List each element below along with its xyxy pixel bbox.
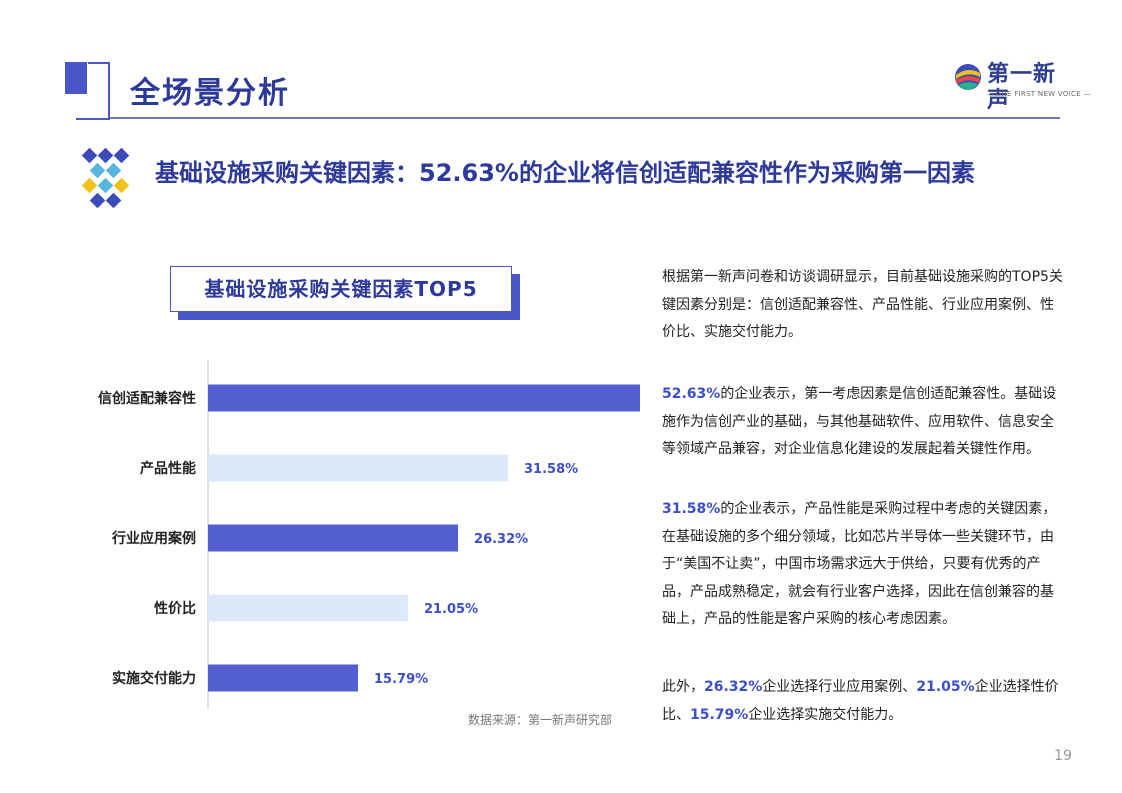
category-label: 性价比 <box>154 600 196 617</box>
data-label: 31.58% <box>524 462 578 477</box>
section-title: 全场景分析 <box>130 76 290 111</box>
category-label: 行业应用案例 <box>111 530 196 547</box>
data-source: 数据来源：第一新声研究部 <box>467 713 612 727</box>
brand-logo: 第一新声 — THE FIRST NEW VOICE — <box>953 60 1090 113</box>
paragraph-intro-text: 根据第一新声问卷和访谈调研显示，目前基础设施采购的TOP5关键因素分别是：信创适… <box>662 269 1063 340</box>
bar <box>208 664 359 692</box>
highlight-value: 15.79% <box>690 706 749 723</box>
category-label: 信创适配兼容性 <box>98 390 196 407</box>
logo-icon <box>955 64 981 90</box>
diamond-cluster-icon <box>81 147 130 209</box>
highlight-value: 26.32% <box>704 679 763 695</box>
paragraph-text: 的企业表示，第一考虑因素是信创适配兼容性。基础设施作为信创产业的基础，与其他基础… <box>662 386 1057 457</box>
section-mark-outline <box>76 74 110 120</box>
category-label: 实施交付能力 <box>112 670 196 687</box>
paragraph-intro: 根据第一新声问卷和访谈调研显示，目前基础设施采购的TOP5关键因素分别是：信创适… <box>662 264 1064 347</box>
bar <box>208 384 640 412</box>
headline: 基础设施采购关键因素：52.63%的企业将信创适配兼容性作为采购第一因素 <box>155 159 975 187</box>
logo-subtitle: — THE FIRST NEW VOICE — <box>987 90 1091 98</box>
chart-title: 基础设施采购关键因素TOP5 <box>204 277 478 301</box>
bar <box>208 594 408 622</box>
bar <box>208 454 509 482</box>
paragraph-performance: 31.58%的企业表示，产品性能是采购过程中考虑的关键因素，在基础设施的多个细分… <box>662 496 1064 634</box>
section-mark-outline-top <box>88 62 110 74</box>
highlight-value: 31.58% <box>662 501 721 517</box>
paragraph-text: 的企业表示，产品性能是采购过程中考虑的关键因素，在基础设施的多个细分领域，比如芯… <box>662 501 1057 627</box>
highlight-value: 52.63% <box>662 386 721 402</box>
data-label: 21.05% <box>424 602 478 617</box>
paragraph-text: 此外， <box>662 679 704 695</box>
category-label: 产品性能 <box>140 460 196 477</box>
page-number: 19 <box>1054 748 1072 764</box>
bar-chart: 信创适配兼容性52.63%产品性能31.58%行业应用案例26.32%性价比21… <box>98 360 640 708</box>
paragraph-compatibility: 52.63%的企业表示，第一考虑因素是信创适配兼容性。基础设施作为信创产业的基础… <box>662 381 1064 464</box>
data-label: 15.79% <box>374 672 428 687</box>
paragraph-text: 企业选择行业应用案例、 <box>762 679 917 695</box>
header-divider <box>110 117 1060 119</box>
data-label: 26.32% <box>474 532 528 547</box>
bar <box>208 524 459 552</box>
paragraph-text: 企业选择实施交付能力。 <box>748 706 903 723</box>
logo-text: 第一新声 <box>987 62 1057 113</box>
paragraph-others: 此外，26.32%企业选择行业应用案例、21.05%企业选择性价比、15.79%… <box>662 674 1064 729</box>
highlight-value: 21.05% <box>916 679 975 695</box>
